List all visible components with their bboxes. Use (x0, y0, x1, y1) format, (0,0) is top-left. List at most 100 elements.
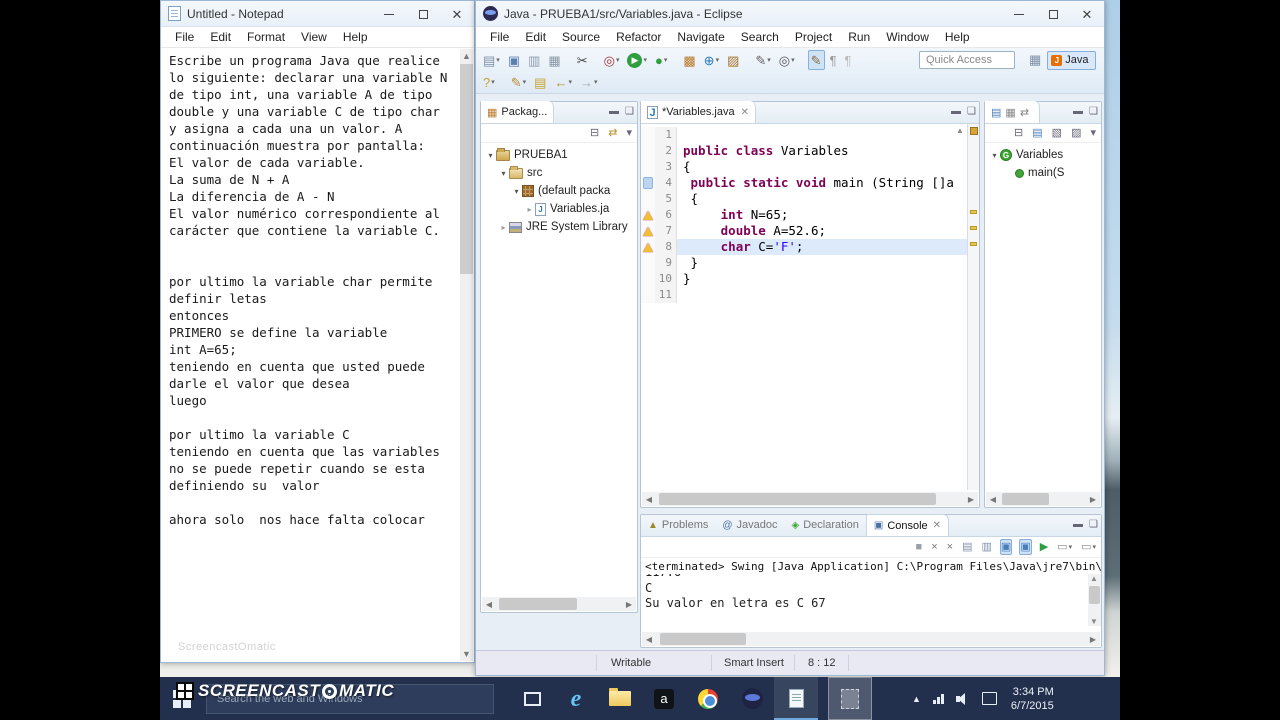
outline-tab[interactable]: ▤ ▦ ⇄ (985, 101, 1041, 123)
notepad-titlebar[interactable]: Untitled - Notepad ✕ (161, 1, 474, 27)
scroll-right-arrow-icon[interactable]: ▶ (1086, 495, 1100, 504)
last-edit-location-icon[interactable]: ▤ (531, 72, 549, 92)
tree-item-main-s[interactable]: main(S (985, 164, 1101, 182)
new-wizard-icon[interactable]: ▤ ▾ (480, 50, 503, 70)
save-all-icon[interactable]: ▥ (525, 50, 543, 70)
scroll-right-arrow-icon[interactable]: ▶ (1086, 635, 1100, 644)
code-area[interactable]: 1 2 public class Variables 3{4 public stati… (641, 124, 979, 490)
notepad-text[interactable]: Escribe un programa Java que realice lo … (162, 49, 460, 528)
minimize-button[interactable] (372, 1, 406, 27)
maximize-view-icon[interactable]: ❑ (1089, 519, 1098, 531)
network-icon[interactable] (932, 693, 944, 704)
scroll-left-arrow-icon[interactable]: ◀ (482, 600, 496, 609)
code-line-2[interactable]: 2 public class Variables (641, 143, 979, 159)
tree-expand-icon[interactable]: ▸ (524, 205, 535, 214)
app-a-button[interactable]: a (642, 677, 686, 720)
volume-icon[interactable] (955, 692, 970, 705)
pin-console-icon[interactable]: ▣ (1019, 539, 1032, 555)
code-line-6[interactable]: 6 int N=65; (641, 207, 979, 223)
warning-icon[interactable] (643, 242, 653, 252)
tree-item-variables[interactable]: ▾ G Variables (985, 146, 1101, 164)
launch-marker-icon[interactable] (643, 177, 653, 189)
notepad-text-area[interactable]: Escribe un programa Java que realice lo … (162, 49, 460, 661)
annotations-summary-icon[interactable] (970, 127, 978, 135)
collapse-all-icon[interactable]: ⊟ (589, 125, 600, 141)
forward-icon[interactable]: → ▾ (577, 72, 601, 92)
link-editor-icon[interactable]: ⇄ (607, 125, 618, 141)
scrollbar-thumb[interactable] (659, 493, 937, 505)
console-vertical-scrollbar[interactable]: ▲ ▼ (1088, 574, 1101, 626)
taskbar-clock[interactable]: 3:34 PM 6/7/2015 (1011, 685, 1054, 713)
word-wrap-icon[interactable]: ▣ (999, 539, 1013, 555)
open-perspective-icon[interactable]: ▦ (1029, 52, 1041, 68)
search-icon[interactable]: ✎ ▾ (752, 50, 773, 70)
scroll-lock-icon[interactable]: ▥ (980, 539, 992, 555)
maximize-view-icon[interactable]: ❑ (967, 106, 976, 118)
external-tools-icon[interactable]: ◎ ▾ (601, 50, 623, 70)
terminate-icon[interactable]: ■ (915, 539, 924, 555)
code-line-9[interactable]: 9 } (641, 255, 979, 271)
scroll-right-arrow-icon[interactable]: ▶ (622, 600, 636, 609)
code-line-11[interactable]: 11 (641, 287, 979, 303)
open-type-icon[interactable]: ⊕ ▾ (701, 50, 722, 70)
code-text[interactable]: } (677, 271, 691, 287)
package-explorer-tab[interactable]: ▦ Packag... (481, 101, 555, 123)
expand-tabs-icon[interactable]: ⇄ (1020, 106, 1029, 119)
scroll-left-arrow-icon[interactable]: ◀ (642, 635, 656, 644)
notepad-vertical-scrollbar[interactable]: ▲ ▼ (460, 49, 473, 661)
tree-item--default-packa[interactable]: ▾ (default packa (481, 182, 637, 200)
code-line-8[interactable]: 8 char C='F'; (641, 239, 979, 255)
editor-tab-variables-java[interactable]: J *Variables.java ✕ (641, 101, 756, 123)
task-view-button[interactable] (510, 677, 554, 720)
menu-format[interactable]: Format (239, 30, 293, 44)
menu-run[interactable]: Run (840, 30, 878, 44)
action-center-icon[interactable] (981, 692, 997, 705)
help-tool-icon[interactable]: ? ▾ (480, 72, 498, 92)
sort-icon[interactable]: ▤ (1031, 125, 1043, 141)
console-tab-declaration[interactable]: ◈ Declaration (785, 514, 866, 536)
code-text[interactable] (677, 127, 683, 143)
code-text[interactable]: char C='F'; (677, 239, 804, 255)
menu-file[interactable]: File (482, 30, 517, 44)
debug-icon[interactable]: ● ▾ (652, 50, 670, 70)
hide-fields-icon[interactable]: ▧ (1051, 125, 1063, 141)
tree-item-prueba1[interactable]: ▾ PRUEBA1 (481, 146, 637, 164)
close-button[interactable]: ✕ (1070, 1, 1104, 27)
menu-view[interactable]: View (293, 30, 335, 44)
menu-refactor[interactable]: Refactor (608, 30, 669, 44)
java-perspective-button[interactable]: J Java (1047, 50, 1096, 70)
editor-hscrollbar[interactable]: ◀ ▶ (642, 492, 978, 506)
code-text[interactable]: } (677, 255, 699, 271)
minimize-view-icon[interactable]: ▬ (1073, 519, 1083, 531)
close-tab-icon[interactable]: ✕ (741, 107, 749, 118)
close-tab-icon[interactable]: ✕ (933, 520, 941, 531)
screen-recorder-button[interactable] (828, 677, 872, 720)
menu-search[interactable]: Search (733, 30, 787, 44)
menu-source[interactable]: Source (554, 30, 608, 44)
open-console-icon[interactable]: ▭ ▾ (1080, 539, 1097, 555)
warning-icon[interactable] (643, 226, 653, 236)
print-icon[interactable]: ▦ (545, 50, 563, 70)
hide-static-icon[interactable]: ▨ (1070, 125, 1082, 141)
menu-navigate[interactable]: Navigate (669, 30, 732, 44)
internet-explorer-button[interactable]: e (554, 677, 598, 720)
coverage-icon[interactable]: ▩ (680, 50, 698, 70)
code-line-10[interactable]: 10} (641, 271, 979, 287)
tree-expand-icon[interactable]: ▾ (485, 151, 496, 160)
code-line-4[interactable]: 4 public static void main (String []a (641, 175, 979, 191)
console-output[interactable]: 117.6CSu valor en letra es C 67 ▲ ▼ (641, 574, 1101, 626)
tree-expand-icon[interactable]: ▸ (498, 223, 509, 232)
remove-launch-icon[interactable]: × (930, 539, 938, 555)
pin-editor-icon[interactable]: ✎ ▾ (508, 72, 529, 92)
console-tab-javadoc[interactable]: @ Javadoc (715, 514, 784, 536)
maximize-button[interactable] (1036, 1, 1070, 27)
minimize-button[interactable] (1002, 1, 1036, 27)
code-text[interactable]: int N=65; (677, 207, 789, 223)
minimize-view-icon[interactable]: ▬ (609, 106, 619, 118)
mark-occurrences-icon[interactable]: ◎ ▾ (776, 50, 798, 70)
scroll-up-arrow-icon[interactable]: ▲ (956, 126, 964, 135)
scrollbar-thumb[interactable] (1001, 493, 1050, 505)
file-explorer-button[interactable] (598, 677, 642, 720)
scrollbar-thumb[interactable] (1089, 586, 1100, 604)
menu-project[interactable]: Project (787, 30, 840, 44)
